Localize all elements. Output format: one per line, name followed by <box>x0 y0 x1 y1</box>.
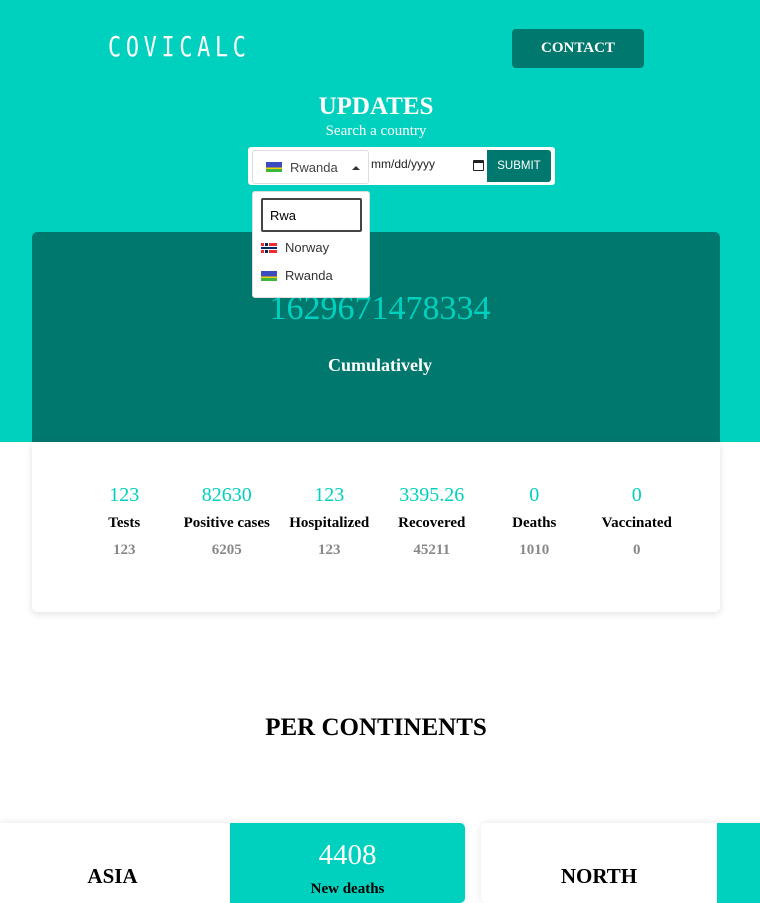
stat-label: Deaths <box>512 515 557 531</box>
stat-label: Recovered <box>398 515 466 531</box>
option-norway[interactable]: Norway <box>261 240 329 255</box>
updates-subtitle: Search a country <box>325 123 427 139</box>
stat-sub: 123 <box>318 542 341 558</box>
summary-card <box>32 232 720 442</box>
calendar-icon[interactable] <box>473 160 484 171</box>
logo[interactable]: COVICALC <box>108 30 251 63</box>
continent-name: NORTH <box>560 864 638 888</box>
continent-value: 4408 <box>318 839 377 871</box>
updates-title: UPDATES <box>318 93 434 120</box>
contact-button[interactable]: CONTACT <box>512 29 644 68</box>
stat-value: 0 <box>631 484 642 506</box>
stat-hospitalized: 123 Hospitalized 123 <box>278 484 381 559</box>
selected-country: Rwanda <box>290 159 338 175</box>
country-select[interactable]: Rwanda <box>252 150 369 184</box>
stats-card: 123 Tests 123 82630 Positive cases 6205 123 H… <box>32 442 720 612</box>
continents-title: PER CONTINENTS <box>265 714 487 741</box>
stat-value: 0 <box>529 484 540 506</box>
rwanda-flag-icon <box>261 270 277 281</box>
stat-value: 123 <box>314 484 345 506</box>
stat-sub: 1010 <box>519 542 550 558</box>
stat-deaths: 0 Deaths 1010 <box>483 484 586 559</box>
option-rwanda[interactable]: Rwanda <box>261 268 333 283</box>
stat-recovered: 3395.26 Recovered 45211 <box>381 484 484 559</box>
date-input[interactable]: mm/dd/yyyy <box>371 157 486 171</box>
continent-card-asia: ASIA 4408 New deaths <box>0 823 465 903</box>
continent-name: ASIA <box>87 864 138 888</box>
stat-value: 123 <box>109 484 140 506</box>
stat-positive: 82630 Positive cases 6205 <box>176 484 279 559</box>
stat-sub: 123 <box>113 542 136 558</box>
continent-stats: 4408 New deaths <box>230 823 465 903</box>
stat-sub: 45211 <box>413 542 451 558</box>
stat-label: Tests <box>108 515 141 531</box>
norway-flag-icon <box>261 242 277 253</box>
stat-label: Vaccinated <box>601 515 672 531</box>
country-dropdown: Norway Rwanda <box>252 191 370 298</box>
stat-value: 3395.26 <box>399 484 465 506</box>
rwanda-flag-icon <box>266 162 282 172</box>
summary-value: 1629671478334 <box>269 290 491 327</box>
caret-up-icon <box>352 166 360 170</box>
stat-label: Positive cases <box>183 515 270 531</box>
summary-label: Cumulatively <box>327 355 432 375</box>
search-form: Rwanda mm/dd/yyyy SUBMIT <box>248 147 555 185</box>
stat-sub: 6205 <box>211 542 242 558</box>
continent-label: New deaths <box>310 881 385 897</box>
stat-value: 82630 <box>201 484 252 506</box>
stat-vaccinated: 0 Vaccinated 0 <box>586 484 689 559</box>
stat-sub: 0 <box>633 542 641 558</box>
option-label: Rwanda <box>285 268 333 283</box>
country-search-input[interactable] <box>261 198 362 232</box>
stat-label: Hospitalized <box>289 515 370 531</box>
stat-tests: 123 Tests 123 <box>73 484 176 559</box>
continent-stats <box>717 823 760 903</box>
submit-button[interactable]: SUBMIT <box>487 150 551 182</box>
continent-card-north: NORTH <box>481 823 760 903</box>
option-label: Norway <box>285 240 330 255</box>
